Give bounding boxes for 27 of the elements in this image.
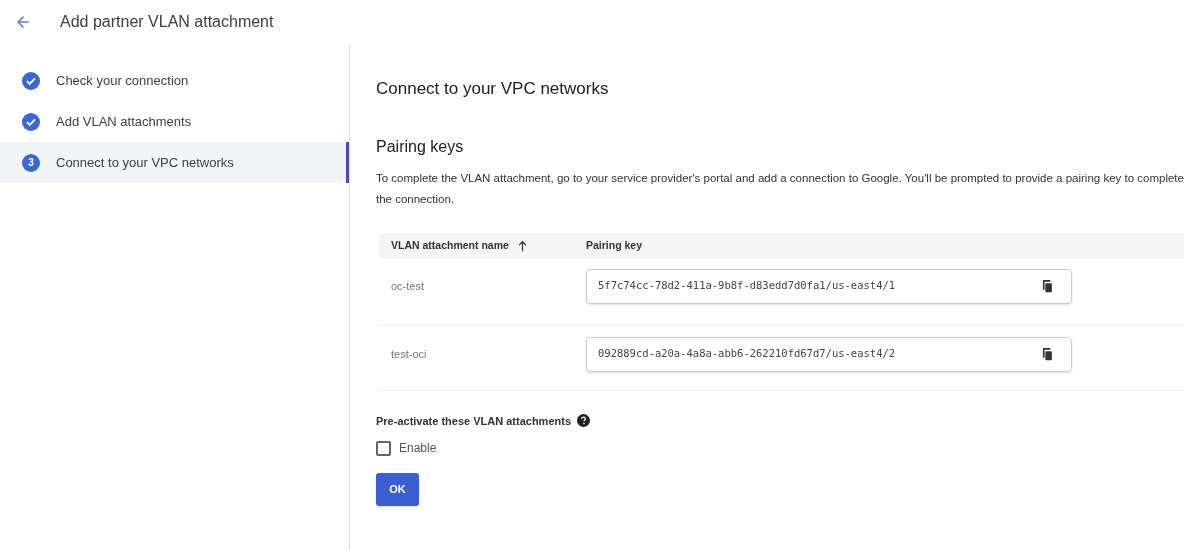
section-heading: Connect to your VPC networks [376,78,610,100]
step-item[interactable]: Check your connection [0,60,349,101]
check-circle-icon [22,112,40,131]
step-item[interactable]: 3 Connect to your VPC networks [0,142,349,183]
ok-button[interactable]: OK [376,473,419,506]
step-item[interactable]: Add VLAN attachments [0,101,349,142]
step-label: Add VLAN attachments [56,112,192,131]
table-cell: test-oci [391,347,427,360]
sort-arrow-icon[interactable] [516,239,528,252]
table-cell: oc-test [391,279,424,292]
step-label: Check your connection [56,71,189,90]
pairing-key-field[interactable]: 5f7c74cc-78d2-411a-9b8f-d83edd7d0fa1/us-east4/1 [586,268,1072,304]
pairing-key-field[interactable]: 092889cd-a20a-4a8a-abb6-262210fd67d7/us-east4/2 [586,336,1072,372]
copy-icon[interactable] [1041,279,1053,293]
step-label: Connect to your VPC networks [56,153,234,172]
column-header[interactable]: Pairing key [586,237,643,254]
description-text: To complete the VLAN attachment, go to your service provider's portal and add a connection to Google. You'll be prompted to provide a pairing key to complete the connection. [376,170,1185,207]
step-number: 3 [22,153,40,172]
check-circle-icon [22,71,40,90]
option-label: Pre-activate these VLAN attachments [376,413,571,429]
copy-icon[interactable] [1041,347,1053,361]
checkbox-label: Enable [399,440,437,457]
column-header[interactable]: VLAN attachment name [391,237,509,254]
subsection-heading: Pairing keys [376,136,465,157]
page-title: Add partner VLAN attachment [60,12,274,32]
help-icon[interactable] [577,414,590,428]
enable-checkbox[interactable] [376,440,391,456]
